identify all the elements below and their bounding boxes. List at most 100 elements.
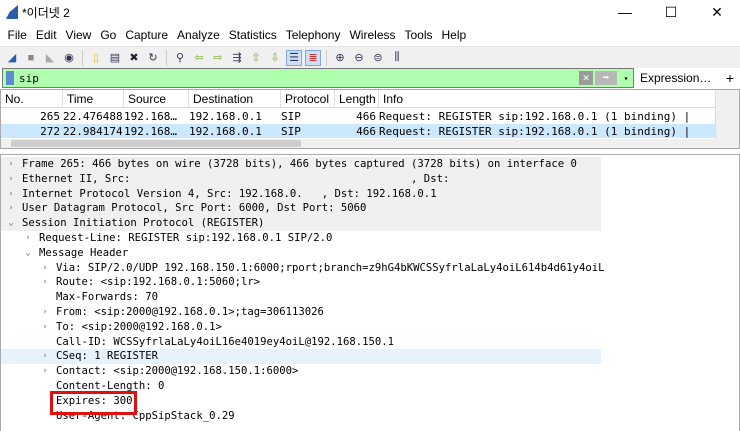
menu-capture[interactable]: Capture bbox=[121, 28, 173, 42]
restart-capture-icon[interactable]: ◣ bbox=[42, 50, 58, 66]
collapse-arrow-icon[interactable]: ⌄ bbox=[22, 246, 34, 261]
column-header-time[interactable]: Time bbox=[63, 90, 124, 107]
detail-tree-item[interactable]: Max-Forwards: 70 bbox=[1, 290, 739, 305]
find-packet-icon[interactable]: ⚲ bbox=[172, 50, 188, 66]
column-header-no[interactable]: No. bbox=[1, 90, 63, 107]
detail-tree-item[interactable]: › User Datagram Protocol, Src Port: 6000,… bbox=[1, 201, 601, 217]
detail-tree-item[interactable]: ⌄ Message Header bbox=[1, 246, 739, 261]
filter-history-dropdown-icon[interactable]: ▾ bbox=[619, 74, 633, 83]
column-header-destination[interactable]: Destination bbox=[189, 90, 281, 107]
capture-options-icon[interactable]: ◉ bbox=[61, 50, 77, 66]
zoom-in-icon[interactable]: ⊕ bbox=[332, 50, 348, 66]
packet-list-vertical-scrollbar[interactable] bbox=[715, 90, 739, 148]
packet-no: 265 bbox=[40, 109, 60, 123]
zoom-out-icon[interactable]: ⊖ bbox=[351, 50, 367, 66]
detail-tree-item[interactable]: Call-ID: WCSSyfrlaLaLy4oiL16e4019ey4oiL@… bbox=[1, 335, 739, 350]
packet-time: 22.476488 bbox=[63, 109, 123, 123]
minimize-button[interactable]: — bbox=[602, 4, 648, 21]
column-header-length[interactable]: Length bbox=[335, 90, 379, 107]
menu-wireless[interactable]: Wireless bbox=[345, 28, 400, 42]
menu-help[interactable]: Help bbox=[437, 28, 471, 42]
scrollbar-thumb[interactable] bbox=[11, 140, 301, 147]
display-filter-bar: sip ✕ ➡ ▾ Expression… + bbox=[0, 67, 740, 89]
packet-no: 272 bbox=[40, 124, 60, 138]
expand-arrow-icon[interactable]: › bbox=[5, 172, 17, 187]
detail-text: Via: SIP/2.0/UDP 192.168.150.1:6000;rpor… bbox=[56, 261, 605, 274]
stop-capture-icon[interactable]: ■ bbox=[23, 50, 39, 66]
filter-text[interactable]: sip bbox=[19, 72, 39, 85]
close-file-icon[interactable]: ✖ bbox=[126, 50, 142, 66]
detail-tree-item[interactable]: › Request-Line: REGISTER sip:192.168.0.1 … bbox=[1, 231, 739, 246]
column-header-source[interactable]: Source bbox=[124, 90, 189, 107]
packet-length: 466 bbox=[356, 124, 376, 138]
window-title: *이더넷 2 bbox=[22, 5, 70, 20]
expand-arrow-icon[interactable]: › bbox=[39, 349, 51, 364]
packet-list-header: No. Time Source Destination Protocol Length In… bbox=[1, 90, 739, 108]
detail-tree-item[interactable]: › Frame 265: 466 bytes on wire (3728 bits… bbox=[1, 157, 601, 172]
menu-tools[interactable]: Tools bbox=[400, 28, 437, 42]
expand-arrow-icon[interactable]: › bbox=[39, 364, 51, 379]
detail-tree-item[interactable]: › From: <sip:2000@192.168.0.1>;tag=306113… bbox=[1, 305, 739, 320]
column-header-protocol[interactable]: Protocol bbox=[281, 90, 335, 107]
resize-columns-icon[interactable]: ⫼ bbox=[389, 50, 405, 66]
display-filter-input[interactable]: sip ✕ ➡ ▾ bbox=[2, 68, 634, 88]
toolbar-separator bbox=[166, 49, 167, 66]
tree-spacer[interactable] bbox=[39, 290, 51, 305]
menu-bar: File Edit View Go Capture Analyze Statistics Te… bbox=[0, 24, 740, 46]
maximize-button[interactable]: ☐ bbox=[648, 4, 694, 21]
add-filter-button[interactable]: + bbox=[726, 70, 734, 86]
menu-statistics[interactable]: Statistics bbox=[224, 28, 281, 42]
menu-go[interactable]: Go bbox=[96, 28, 121, 42]
apply-filter-icon[interactable]: ➡ bbox=[595, 71, 617, 85]
menu-telephony[interactable]: Telephony bbox=[281, 28, 345, 42]
menu-view[interactable]: View bbox=[61, 28, 96, 42]
detail-tree-item[interactable]: › Route: <sip:192.168.0.1:5060;lr> bbox=[1, 275, 739, 290]
tree-spacer[interactable] bbox=[39, 335, 51, 350]
expand-arrow-icon[interactable]: › bbox=[5, 187, 17, 202]
expand-arrow-icon[interactable]: › bbox=[39, 305, 51, 320]
save-file-icon[interactable]: ▤ bbox=[107, 50, 123, 66]
detail-tree-item[interactable]: ⌄ Session Initiation Protocol (REGISTER) bbox=[1, 216, 601, 231]
detail-text: Contact: <sip:2000@192.168.150.1:6000> bbox=[56, 365, 299, 378]
detail-tree-item[interactable]: › CSeq: 1 REGISTER bbox=[1, 349, 601, 365]
expand-arrow-icon[interactable]: › bbox=[5, 157, 17, 172]
collapse-arrow-icon[interactable]: ⌄ bbox=[5, 216, 17, 231]
packet-row[interactable]: 272 22.984174 192.168… 192.168.0.1 SIP 466 Req… bbox=[1, 124, 739, 138]
autoscroll-icon[interactable]: ☰ bbox=[286, 49, 302, 66]
start-capture-icon[interactable]: ◢ bbox=[4, 50, 20, 66]
close-button[interactable]: ✕ bbox=[694, 4, 740, 21]
expand-arrow-icon[interactable]: › bbox=[39, 261, 51, 276]
packet-row[interactable]: 265 22.476488 192.168… 192.168.0.1 SIP 466 Req… bbox=[1, 109, 739, 123]
normal-size-icon[interactable]: ⊜ bbox=[370, 50, 386, 66]
detail-tree-item[interactable]: › Internet Protocol Version 4, Src: 192.1… bbox=[1, 186, 601, 202]
go-first-icon[interactable]: ⇧ bbox=[248, 50, 264, 66]
detail-tree-item[interactable]: › Via: SIP/2.0/UDP 192.168.150.1:6000;rpo… bbox=[1, 261, 739, 276]
open-file-icon[interactable]: ▯ bbox=[88, 50, 104, 66]
colorize-icon[interactable]: ≣ bbox=[305, 49, 321, 66]
go-back-icon[interactable]: ⇦ bbox=[191, 50, 207, 66]
detail-tree-item[interactable]: › Ethernet II, Src: , Dst: bbox=[1, 171, 601, 187]
main-toolbar: ◢ ■ ◣ ◉ ▯ ▤ ✖ ↻ ⚲ ⇦ ⇨ ⇶ ⇧ ⇩ ☰ ≣ ⊕ ⊖ ⊜ ⫼ bbox=[0, 46, 740, 68]
expression-button[interactable]: Expression… bbox=[640, 71, 711, 85]
detail-text: Route: <sip:192.168.0.1:5060;lr> bbox=[56, 276, 261, 289]
reload-file-icon[interactable]: ↻ bbox=[145, 50, 161, 66]
clear-filter-icon[interactable]: ✕ bbox=[579, 71, 593, 85]
go-forward-icon[interactable]: ⇨ bbox=[210, 50, 226, 66]
menu-edit[interactable]: Edit bbox=[31, 28, 61, 42]
expand-arrow-icon[interactable]: › bbox=[5, 201, 17, 216]
packet-protocol: SIP bbox=[281, 124, 301, 138]
detail-tree-item[interactable]: › Contact: <sip:2000@192.168.150.1:6000> bbox=[1, 364, 739, 379]
packet-source: 192.168… bbox=[124, 124, 177, 138]
column-header-info[interactable]: Info bbox=[379, 90, 722, 107]
menu-analyze[interactable]: Analyze bbox=[173, 28, 225, 42]
expand-arrow-icon[interactable]: › bbox=[39, 275, 51, 290]
detail-text: Max-Forwards: 70 bbox=[56, 291, 159, 304]
menu-file[interactable]: File bbox=[3, 28, 31, 42]
bookmark-icon[interactable] bbox=[6, 71, 14, 85]
expand-arrow-icon[interactable]: › bbox=[39, 320, 51, 335]
expand-arrow-icon[interactable]: › bbox=[22, 231, 34, 246]
packet-list-horizontal-scrollbar[interactable] bbox=[1, 139, 717, 148]
detail-tree-item[interactable]: › To: <sip:2000@192.168.0.1> bbox=[1, 320, 739, 335]
go-last-icon[interactable]: ⇩ bbox=[267, 50, 283, 66]
go-to-packet-icon[interactable]: ⇶ bbox=[229, 50, 245, 66]
